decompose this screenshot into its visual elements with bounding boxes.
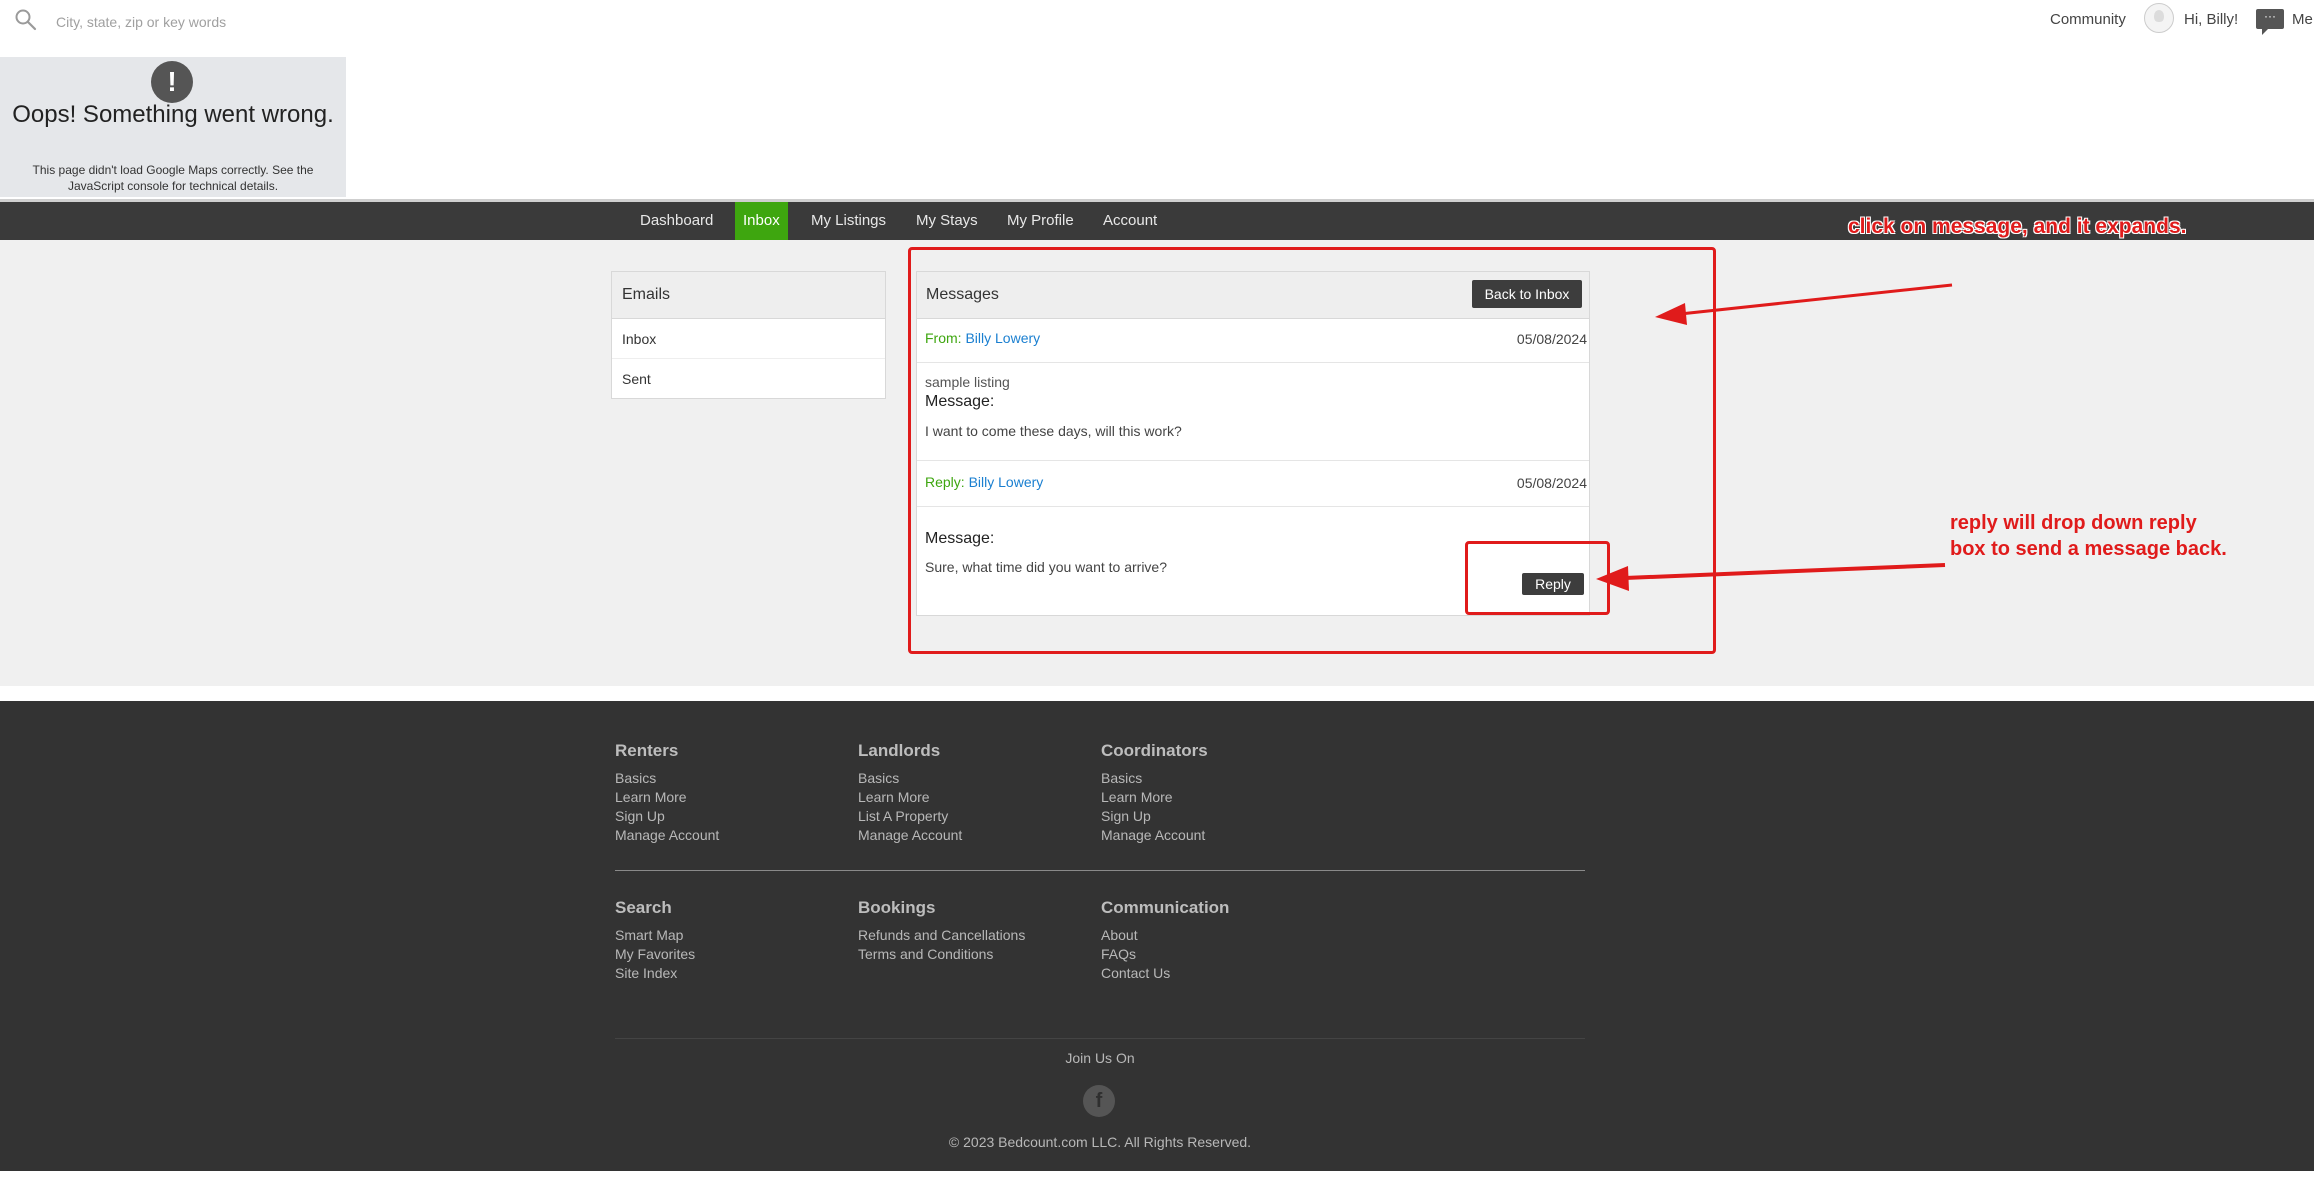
footer-heading: Coordinators <box>1101 741 1208 760</box>
nav-my-profile[interactable]: My Profile <box>1003 202 1078 240</box>
footer-col-landlords: Landlords Basics Learn More List A Prope… <box>858 741 1088 845</box>
footer-heading: Landlords <box>858 741 941 760</box>
footer-divider <box>615 1038 1585 1039</box>
emails-item-sent[interactable]: Sent <box>612 359 885 399</box>
nav-my-listings[interactable]: My Listings <box>807 202 890 240</box>
messages-link[interactable]: Me <box>2292 11 2313 28</box>
footer-link[interactable]: Learn More <box>615 788 845 807</box>
footer-divider <box>615 870 1585 871</box>
search-icon[interactable] <box>14 8 38 32</box>
footer-link[interactable]: Smart Map <box>615 926 845 945</box>
site-footer: Renters Basics Learn More Sign Up Manage… <box>0 701 2314 1171</box>
footer-link[interactable]: Manage Account <box>1101 826 1331 845</box>
community-link[interactable]: Community <box>2050 11 2126 28</box>
footer-link[interactable]: Sign Up <box>1101 807 1331 826</box>
footer-col-bookings: Bookings Refunds and Cancellations Terms… <box>858 898 1088 964</box>
copyright: © 2023 Bedcount.com LLC. All Rights Rese… <box>948 1134 1252 1150</box>
map-error-description: This page didn't load Google Maps correc… <box>32 163 314 193</box>
footer-link[interactable]: Contact Us <box>1101 964 1331 983</box>
footer-link[interactable]: List A Property <box>858 807 1088 826</box>
footer-link[interactable]: Site Index <box>615 964 845 983</box>
footer-link[interactable]: Sign Up <box>615 807 845 826</box>
map-error-panel: ! Oops! Something went wrong. This page … <box>0 57 346 197</box>
annotation-note-reply-line2: box to send a message back. <box>1950 538 2227 560</box>
footer-link[interactable]: Refunds and Cancellations <box>858 926 1088 945</box>
footer-link[interactable]: Basics <box>858 769 1088 788</box>
nav-dashboard[interactable]: Dashboard <box>636 202 717 240</box>
footer-link[interactable]: FAQs <box>1101 945 1331 964</box>
footer-link[interactable]: Basics <box>615 769 845 788</box>
footer-link[interactable]: Basics <box>1101 769 1331 788</box>
annotation-box-reply <box>1465 541 1610 615</box>
footer-link[interactable]: Terms and Conditions <box>858 945 1088 964</box>
footer-col-coordinators: Coordinators Basics Learn More Sign Up M… <box>1101 741 1331 845</box>
footer-link[interactable]: Learn More <box>1101 788 1331 807</box>
alert-icon: ! <box>151 61 193 103</box>
footer-link[interactable]: Manage Account <box>858 826 1088 845</box>
footer-col-renters: Renters Basics Learn More Sign Up Manage… <box>615 741 845 845</box>
facebook-icon[interactable]: f <box>1083 1085 1115 1117</box>
nav-my-stays[interactable]: My Stays <box>912 202 982 240</box>
nav-account[interactable]: Account <box>1099 202 1161 240</box>
footer-heading: Renters <box>615 741 679 760</box>
avatar[interactable] <box>2144 3 2174 33</box>
messages-icon[interactable]: ··· <box>2256 9 2284 35</box>
map-error-title: Oops! Something went wrong. <box>12 101 334 128</box>
emails-item-inbox[interactable]: Inbox <box>612 319 885 359</box>
annotation-note-expand: click on message, and it expands. <box>1848 215 2187 238</box>
user-greeting[interactable]: Hi, Billy! <box>2184 11 2238 28</box>
footer-link[interactable]: Learn More <box>858 788 1088 807</box>
nav-inbox[interactable]: Inbox <box>735 202 788 240</box>
top-header: Community Hi, Billy! ··· Me <box>0 0 2314 40</box>
footer-heading: Bookings <box>858 898 936 917</box>
search-input[interactable] <box>56 10 556 34</box>
emails-title: Emails <box>612 272 885 319</box>
footer-heading: Communication <box>1101 898 1230 917</box>
footer-col-communication: Communication About FAQs Contact Us <box>1101 898 1331 983</box>
footer-link[interactable]: About <box>1101 926 1331 945</box>
join-us-label: Join Us On <box>1065 1050 1135 1066</box>
emails-panel: Emails Inbox Sent <box>611 271 886 399</box>
footer-col-search: Search Smart Map My Favorites Site Index <box>615 898 845 983</box>
footer-link[interactable]: Manage Account <box>615 826 845 845</box>
footer-link[interactable]: My Favorites <box>615 945 845 964</box>
footer-heading: Search <box>615 898 672 917</box>
annotation-note-reply-line1: reply will drop down reply <box>1950 512 2197 534</box>
